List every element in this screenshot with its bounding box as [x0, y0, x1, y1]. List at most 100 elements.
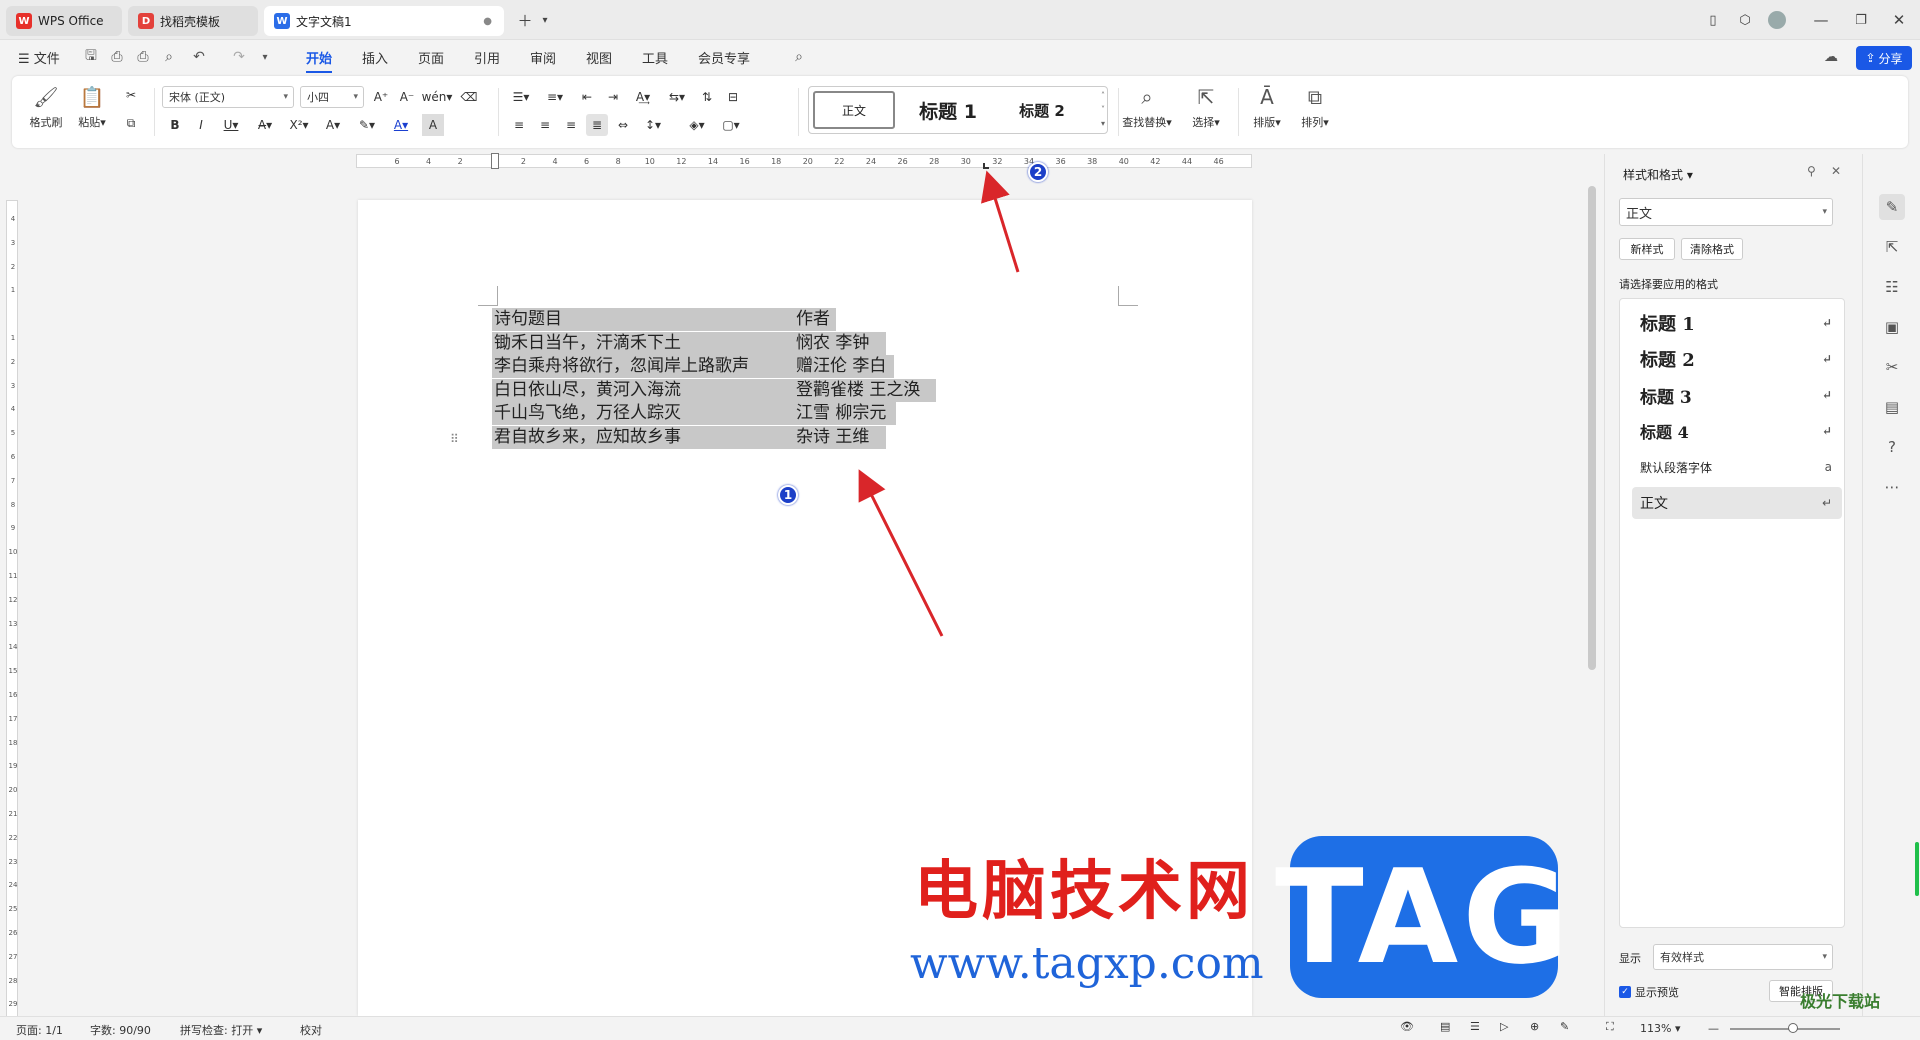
poem-author-cell[interactable]: 江雪 柳宗元 [794, 402, 896, 425]
styles-pen-icon[interactable]: ✎ [1879, 194, 1905, 220]
redo-icon[interactable]: ↷ [230, 48, 248, 66]
drag-handle-icon[interactable]: ⠿ [450, 432, 459, 446]
text-effect-icon[interactable]: A▾ [318, 114, 348, 136]
minimize-icon[interactable]: — [1806, 6, 1836, 34]
show-select[interactable]: 有效样式 ▾ [1653, 944, 1833, 970]
layout-icon[interactable]: ▯ [1698, 6, 1728, 34]
new-style-button[interactable]: 新样式 [1619, 238, 1675, 260]
share-button[interactable]: ⇪ 分享 [1856, 46, 1912, 70]
menu-insert[interactable]: 插入 [362, 48, 388, 67]
justify-icon[interactable]: ≣ [586, 114, 608, 136]
horizontal-ruler[interactable]: 6 4 2 2 4 6 8 10 12 14 16 18 20 22 24 26 28 30 32 34 36 38 40 4… [356, 153, 1252, 169]
style-item-heading2[interactable]: 标题 2 ↵ [1632, 343, 1842, 375]
tab-stop-icon[interactable]: ⊟ [722, 86, 744, 108]
select-cursor-icon[interactable]: ⇱ [1879, 234, 1905, 260]
number-list-icon[interactable]: ≡▾ [540, 86, 570, 108]
play-icon[interactable]: ▷ [1500, 1020, 1508, 1033]
font-size-select[interactable]: 小四 ▾ [300, 86, 364, 108]
web-view-icon[interactable]: ⊕ [1530, 1020, 1539, 1033]
menu-start[interactable]: 开始 [306, 48, 333, 73]
grow-font-icon[interactable]: A⁺ [370, 86, 392, 108]
write-icon[interactable]: ✎ [1560, 1020, 1569, 1033]
avatar[interactable] [1762, 6, 1792, 34]
border-icon[interactable]: ▢▾ [716, 114, 746, 136]
outline-view-icon[interactable]: ☰ [1470, 1020, 1480, 1033]
text-direction-icon[interactable]: A͢▾ [628, 86, 658, 108]
reader-icon[interactable]: ▤ [1879, 394, 1905, 420]
poem-title-cell[interactable]: 锄禾日当午，汗滴禾下土 [492, 331, 794, 355]
menu-tools[interactable]: 工具 [642, 48, 668, 67]
tab-document[interactable]: W 文字文稿1 ● [264, 6, 504, 36]
paste-button[interactable]: 📋 粘贴▾ [72, 84, 112, 130]
menu-view[interactable]: 视图 [586, 48, 612, 67]
poem-title-cell[interactable]: 李白乘舟将欲行，忽闻岸上路歌声 [492, 355, 794, 378]
search-icon[interactable]: ⌕ [790, 48, 808, 66]
more-chevron-icon[interactable]: ▾ [256, 48, 274, 66]
export-icon[interactable]: ⎙ [108, 48, 126, 66]
arrange-button[interactable]: ⧉ 排列▾ [1294, 84, 1336, 130]
vertical-ruler[interactable]: 4 3 2 1 1 2 3 4 5 6 7 8 9 10 11 12 13 14 15 16 17 18 19 20 21 22 2… [6, 200, 18, 1030]
find-replace-button[interactable]: ⌕ 查找替换▾ [1116, 84, 1178, 130]
bullet-list-icon[interactable]: ☰▾ [506, 86, 536, 108]
tab-list-chevron-icon[interactable]: ▾ [530, 6, 560, 34]
adjust-sliders-icon[interactable]: ☷ [1879, 274, 1905, 300]
cube-icon[interactable]: ⬡ [1730, 6, 1760, 34]
fit-page-icon[interactable]: ⛶ [1606, 1020, 1614, 1034]
distribute-icon[interactable]: ⇔ [612, 114, 634, 136]
file-menu[interactable]: ☰ 文件 [18, 48, 60, 67]
poem-title-cell[interactable]: 诗句题目 [492, 308, 794, 331]
style-heading1[interactable]: 标题 1 [905, 91, 991, 129]
bold-icon[interactable]: B [164, 114, 186, 136]
current-style-select[interactable]: 正文 ▾ [1619, 198, 1833, 226]
page-view-icon[interactable]: ▤ [1440, 1020, 1450, 1033]
document-scrollbar[interactable] [1586, 156, 1598, 1018]
poem-author-cell[interactable]: 作者 [794, 308, 836, 331]
clear-format-icon[interactable]: ⌫ [458, 86, 480, 108]
save-icon[interactable]: 🖫 [82, 48, 100, 66]
phonetic-icon[interactable]: wén▾ [422, 86, 453, 108]
poem-title-cell[interactable]: 白日依山尽，黄河入海流 [492, 378, 794, 402]
poem-title-cell[interactable]: 千山鸟飞绝，万径人踪灭 [492, 402, 794, 425]
sort-direction-icon[interactable]: ⇆▾ [662, 86, 692, 108]
indent-marker-icon[interactable] [491, 153, 499, 169]
tab-wps-office[interactable]: W WPS Office [6, 6, 122, 36]
eye-icon[interactable]: 👁 [1400, 1020, 1414, 1033]
align-right-icon[interactable]: ≡ [560, 114, 582, 136]
copy-icon[interactable]: ⧉ [120, 112, 142, 134]
poem-title-cell[interactable]: 君自故乡来，应知故乡事 [492, 425, 794, 449]
select-button[interactable]: ⇱ 选择▾ [1184, 84, 1228, 130]
underline-icon[interactable]: U▾ [216, 114, 246, 136]
highlight-icon[interactable]: ✎▾ [352, 114, 382, 136]
image-edit-icon[interactable]: ▣ [1879, 314, 1905, 340]
tab-stop-marker-icon[interactable] [983, 163, 989, 169]
style-item-default-font[interactable]: 默认段落字体 a [1632, 451, 1842, 483]
typeset-button[interactable]: Ā 排版▾ [1246, 84, 1288, 130]
poem-author-cell[interactable]: 悯农 李钟 [794, 331, 886, 355]
strikethrough-icon[interactable]: A̶▾ [250, 114, 280, 136]
page-count[interactable]: 页面: 1/1 [16, 1022, 63, 1038]
shading-icon[interactable]: ◈▾ [682, 114, 712, 136]
zoom-level[interactable]: 113% ▾ [1640, 1022, 1680, 1035]
preview-checkbox[interactable]: ✓ 显示预览 [1619, 984, 1679, 1000]
char-shading-icon[interactable]: A [422, 114, 444, 136]
line-spacing-icon[interactable]: ↕▾ [638, 114, 668, 136]
font-name-select[interactable]: 宋体 (正文) ▾ [162, 86, 294, 108]
poem-author-cell[interactable]: 登鹳雀楼 王之涣 [794, 378, 936, 402]
poem-author-cell[interactable]: 杂诗 王维 [794, 425, 886, 449]
style-heading2[interactable]: 标题 2 [999, 91, 1085, 129]
print-preview-icon[interactable]: ⌕ [160, 48, 178, 66]
align-left-icon[interactable]: ≡ [508, 114, 530, 136]
poem-author-cell[interactable]: 赠汪伦 李白 [794, 355, 894, 378]
align-center-icon[interactable]: ≡ [534, 114, 556, 136]
decrease-indent-icon[interactable]: ⇤ [576, 86, 598, 108]
superscript-icon[interactable]: X²▾ [284, 114, 314, 136]
font-color-icon[interactable]: A▾ [386, 114, 416, 136]
tab-docer-templates[interactable]: D 找稻壳模板 [128, 6, 258, 36]
style-item-heading1[interactable]: 标题 1 ↵ [1632, 307, 1842, 339]
increase-indent-icon[interactable]: ⇥ [602, 86, 624, 108]
pin-icon[interactable]: ⚲ [1807, 164, 1816, 178]
panel-title[interactable]: 样式和格式 ▾ [1623, 166, 1693, 183]
menu-reference[interactable]: 引用 [474, 48, 500, 67]
menu-review[interactable]: 审阅 [530, 48, 556, 67]
word-count[interactable]: 字数: 90/90 [90, 1022, 151, 1038]
